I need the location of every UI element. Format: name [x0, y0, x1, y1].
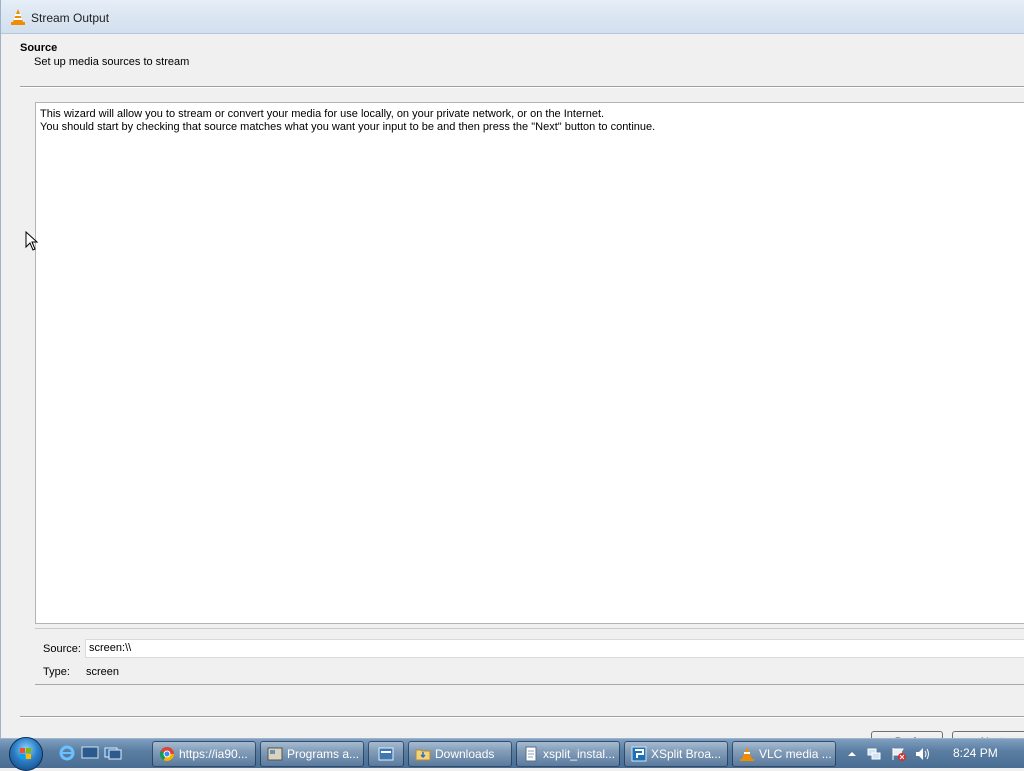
page-subtitle: Set up media sources to stream	[34, 56, 190, 68]
taskbar-item-downloads[interactable]: Downloads	[408, 741, 512, 767]
volume-icon[interactable]	[914, 747, 930, 761]
taskbar-item-label: XSplit Broa...	[651, 747, 722, 761]
vlc-cone-icon	[11, 9, 25, 25]
chrome-icon	[159, 747, 174, 761]
taskbar-item-label: VLC media ...	[759, 747, 832, 761]
taskbar-item-programs[interactable]: Programs a...	[260, 741, 364, 767]
footer-divider	[20, 716, 1024, 718]
wizard-header: Source Set up media sources to stream	[1, 34, 1024, 86]
type-value: screen	[86, 666, 120, 678]
description-line-1: This wizard will allow you to stream or …	[40, 108, 605, 120]
description-box: This wizard will allow you to stream or …	[35, 102, 1024, 624]
window-title: Stream Output	[31, 11, 110, 25]
windows-logo-icon	[20, 748, 31, 759]
show-hidden-icons-icon[interactable]	[844, 747, 860, 761]
folder-icon	[415, 749, 431, 761]
xsplit-icon	[631, 746, 647, 762]
taskbar-item-label: Programs a...	[287, 747, 360, 761]
taskbar-item-xsplit[interactable]: XSplit Broa...	[624, 741, 728, 767]
source-label: Source:	[43, 643, 81, 655]
taskbar-item-app[interactable]	[368, 741, 404, 767]
switch-windows-icon[interactable]	[104, 745, 122, 761]
show-desktop-icon[interactable]	[81, 745, 99, 761]
internet-explorer-icon[interactable]	[58, 745, 76, 761]
source-field[interactable]: screen:\\	[85, 639, 1024, 658]
header-divider	[20, 86, 1024, 88]
taskbar-clock[interactable]: 8:24 PM	[953, 746, 998, 760]
network-icon[interactable]	[866, 747, 882, 761]
control-panel-icon	[267, 747, 283, 761]
taskbar: https://ia90... Programs a... Downloads …	[0, 737, 1024, 771]
title-bar[interactable]: Stream Output	[1, 0, 1024, 34]
action-center-icon[interactable]	[891, 747, 907, 761]
taskbar-item-xsplit-installer[interactable]: xsplit_instal...	[516, 741, 620, 767]
start-button[interactable]	[9, 737, 43, 771]
app-icon	[378, 747, 394, 761]
taskbar-item-label: xsplit_instal...	[543, 747, 616, 761]
mouse-cursor-icon	[25, 231, 39, 251]
source-group: Source: screen:\\ Type: screen	[35, 628, 1024, 685]
type-label: Type:	[43, 666, 70, 678]
vlc-icon	[740, 747, 754, 761]
page-title: Source	[20, 42, 58, 54]
stream-output-window: Stream Output Source Set up media source…	[0, 0, 1024, 753]
description-line-2: You should start by checking that source…	[40, 121, 656, 133]
notepad-icon	[525, 746, 537, 762]
taskbar-item-label: https://ia90...	[179, 747, 248, 761]
taskbar-item-vlc[interactable]: VLC media ...	[732, 741, 836, 767]
taskbar-item-label: Downloads	[435, 747, 495, 761]
taskbar-item-chrome[interactable]: https://ia90...	[152, 741, 256, 767]
